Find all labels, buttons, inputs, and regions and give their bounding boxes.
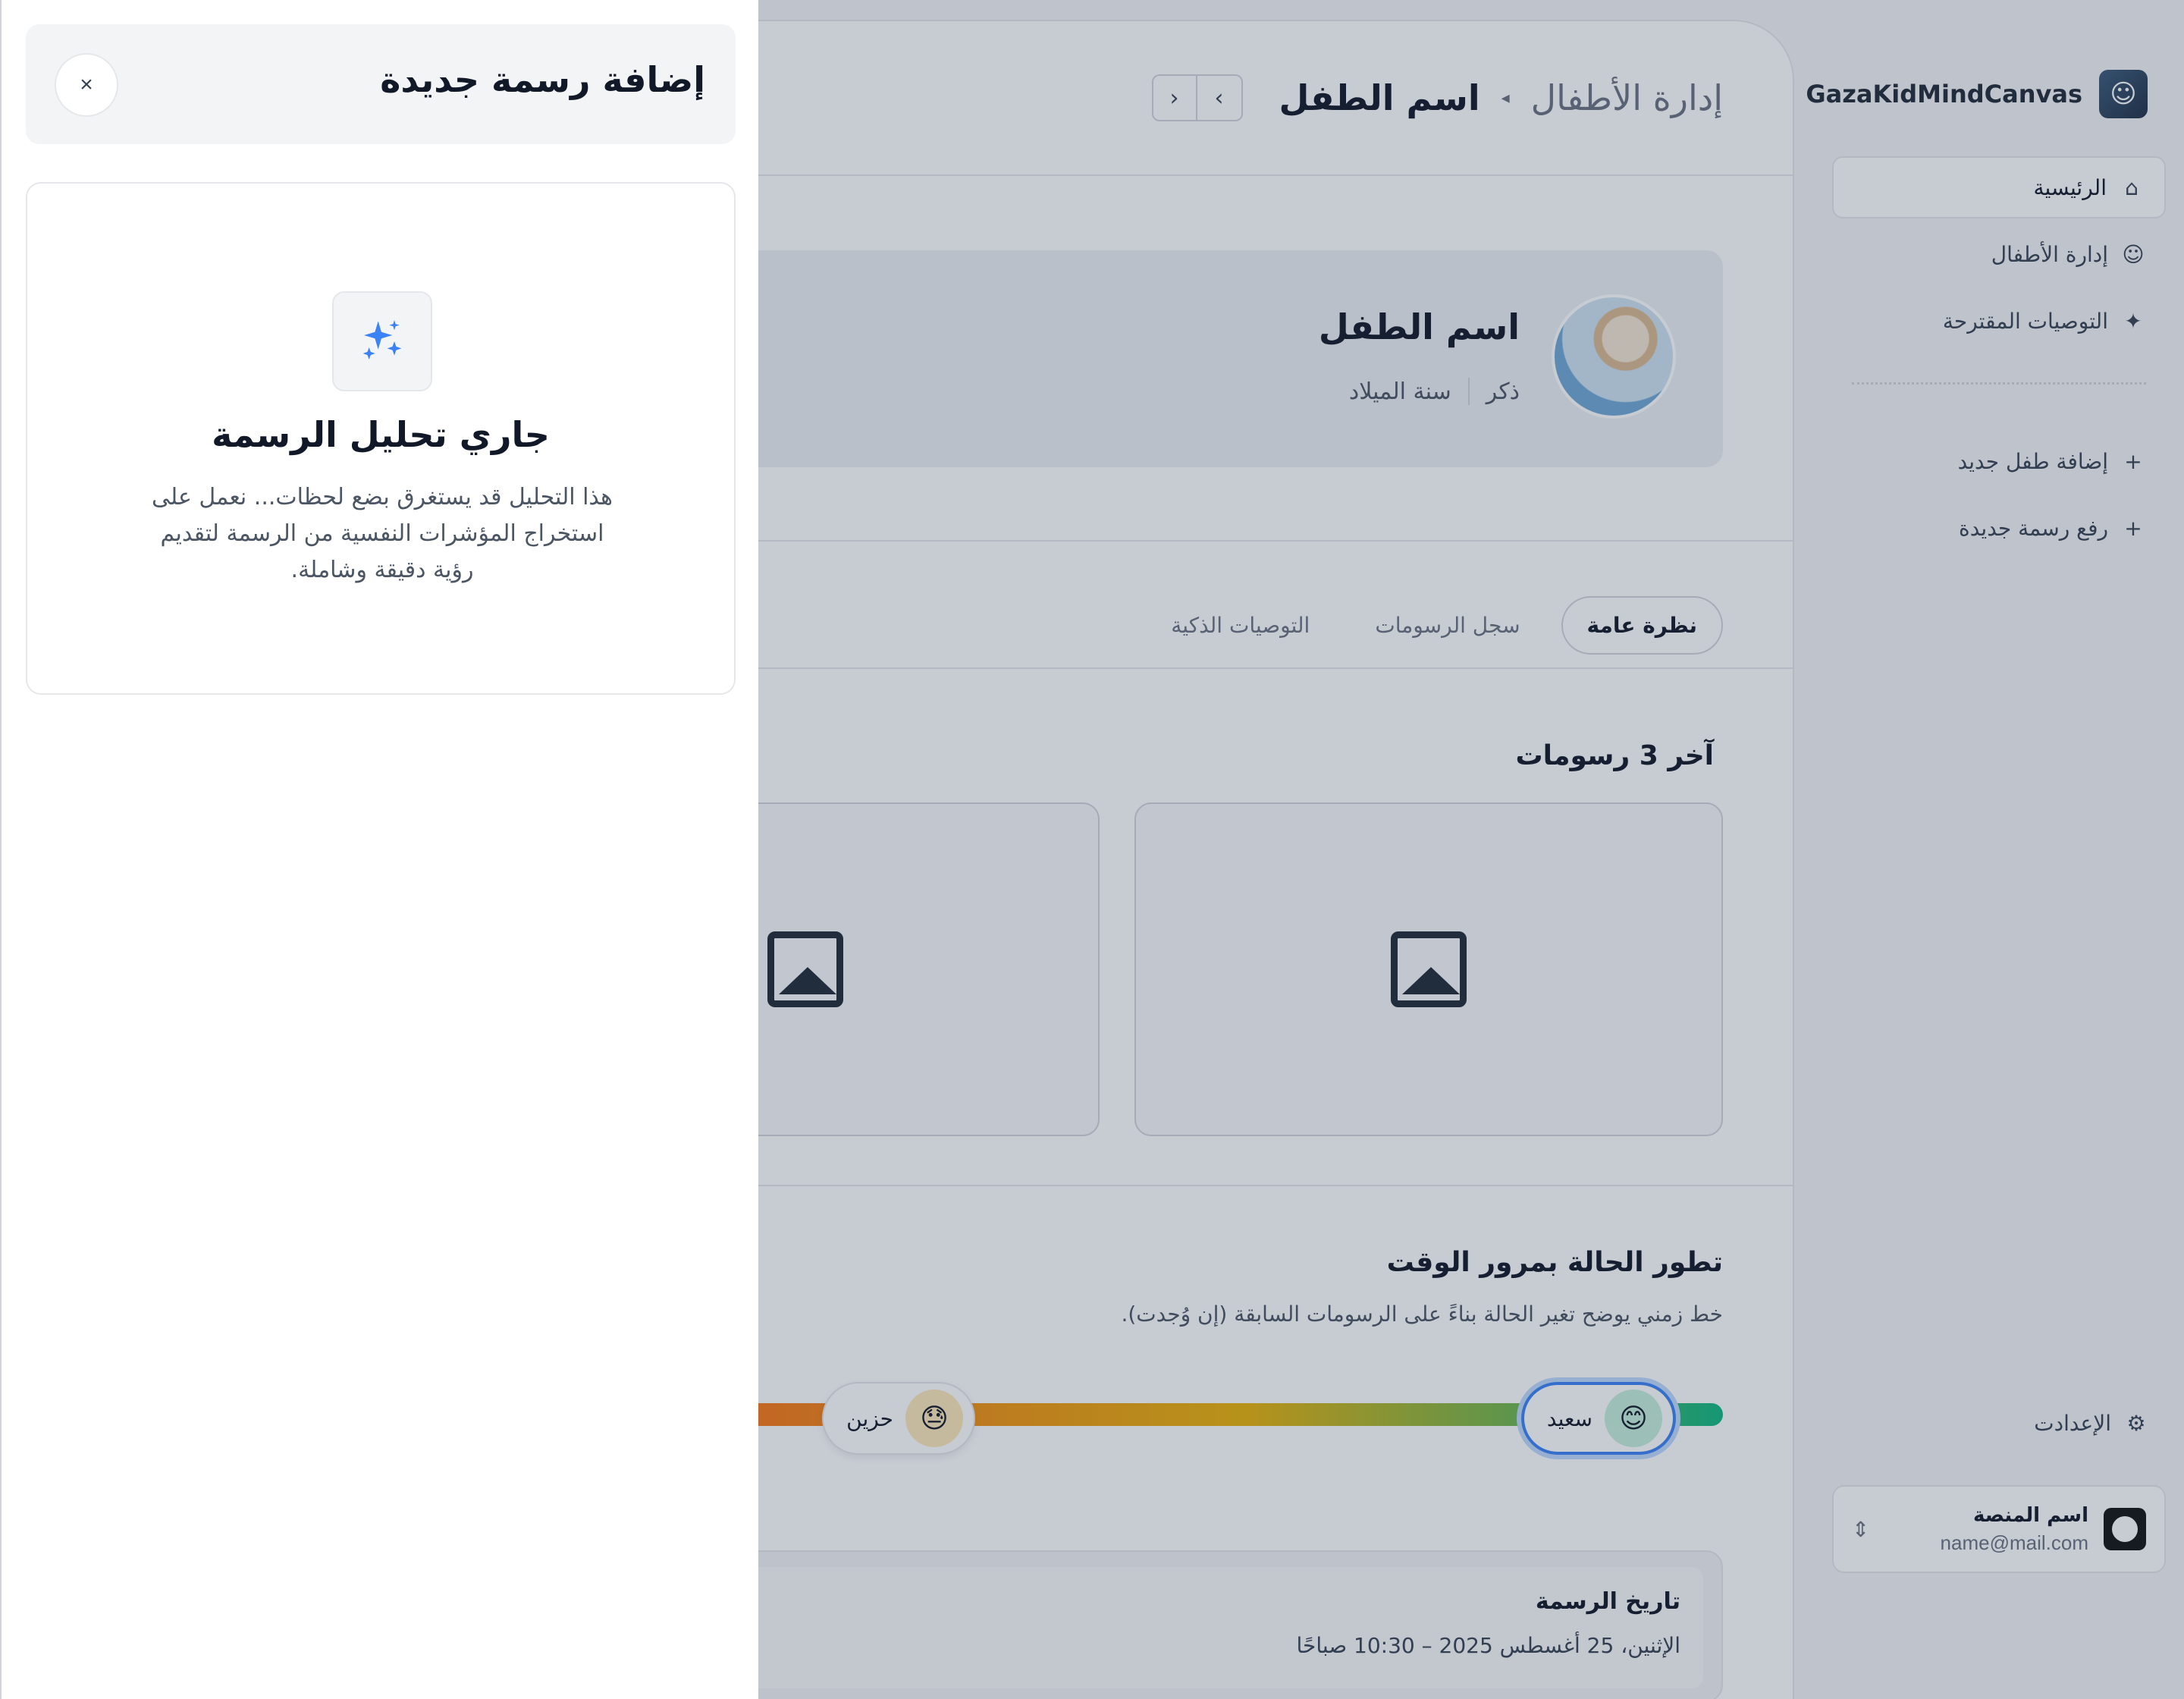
analysis-status-card: جاري تحليل الرسمة هذا التحليل قد يستغرق … — [26, 182, 736, 695]
add-drawing-panel: إضافة رسمة جديدة × جاري تحليل الرسمة هذا… — [0, 0, 758, 1699]
analysis-description: هذا التحليل قد يستغرق بضع لحظات... نعمل … — [152, 484, 613, 583]
close-icon: × — [80, 72, 93, 97]
sparkles-icon — [362, 320, 402, 360]
analysis-title: جاري تحليل الرسمة — [212, 414, 550, 455]
panel-title: إضافة رسمة جديدة — [380, 59, 705, 100]
panel-header: إضافة رسمة جديدة × — [26, 24, 736, 144]
close-button[interactable]: × — [55, 53, 118, 117]
sparkles-icon-box — [332, 291, 432, 391]
